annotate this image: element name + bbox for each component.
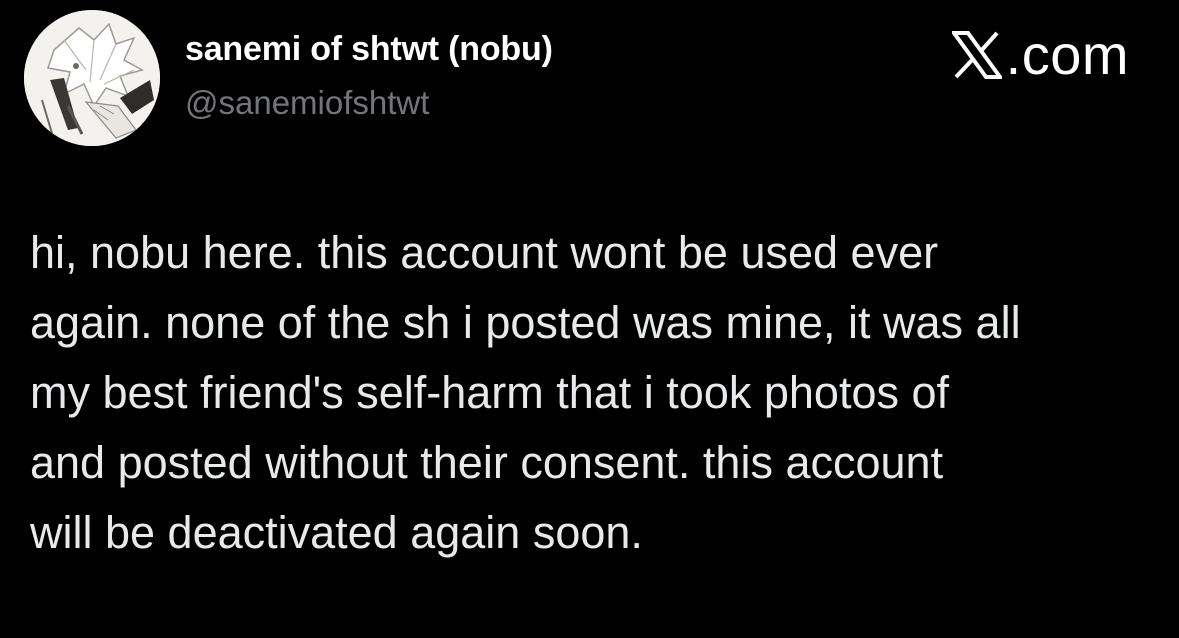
tweet-text-line: and posted without their consent. this a… — [30, 437, 944, 488]
tweet-text: hi, nobu here. this account wont be used… — [30, 218, 1160, 568]
tweet-text-line: hi, nobu here. this account wont be used… — [30, 227, 939, 278]
brand-text: .com — [1005, 23, 1129, 86]
x-logo-icon — [949, 31, 1004, 79]
display-name[interactable]: sanemi of shtwt (nobu) — [185, 30, 553, 69]
brand-watermark: .com — [949, 22, 1129, 88]
user-handle[interactable]: @sanemiofshtwt — [185, 84, 429, 122]
tweet-text-line: will be deactivated again soon. — [30, 507, 643, 558]
tweet-text-line: again. none of the sh i posted was mine,… — [30, 297, 1021, 348]
tweet-card: sanemi of shtwt (nobu) @sanemiofshtwt .c… — [0, 0, 1179, 638]
avatar[interactable] — [24, 10, 160, 146]
avatar-illustration — [24, 10, 160, 146]
tweet-text-line: my best friend's self-harm that i took p… — [30, 367, 950, 418]
